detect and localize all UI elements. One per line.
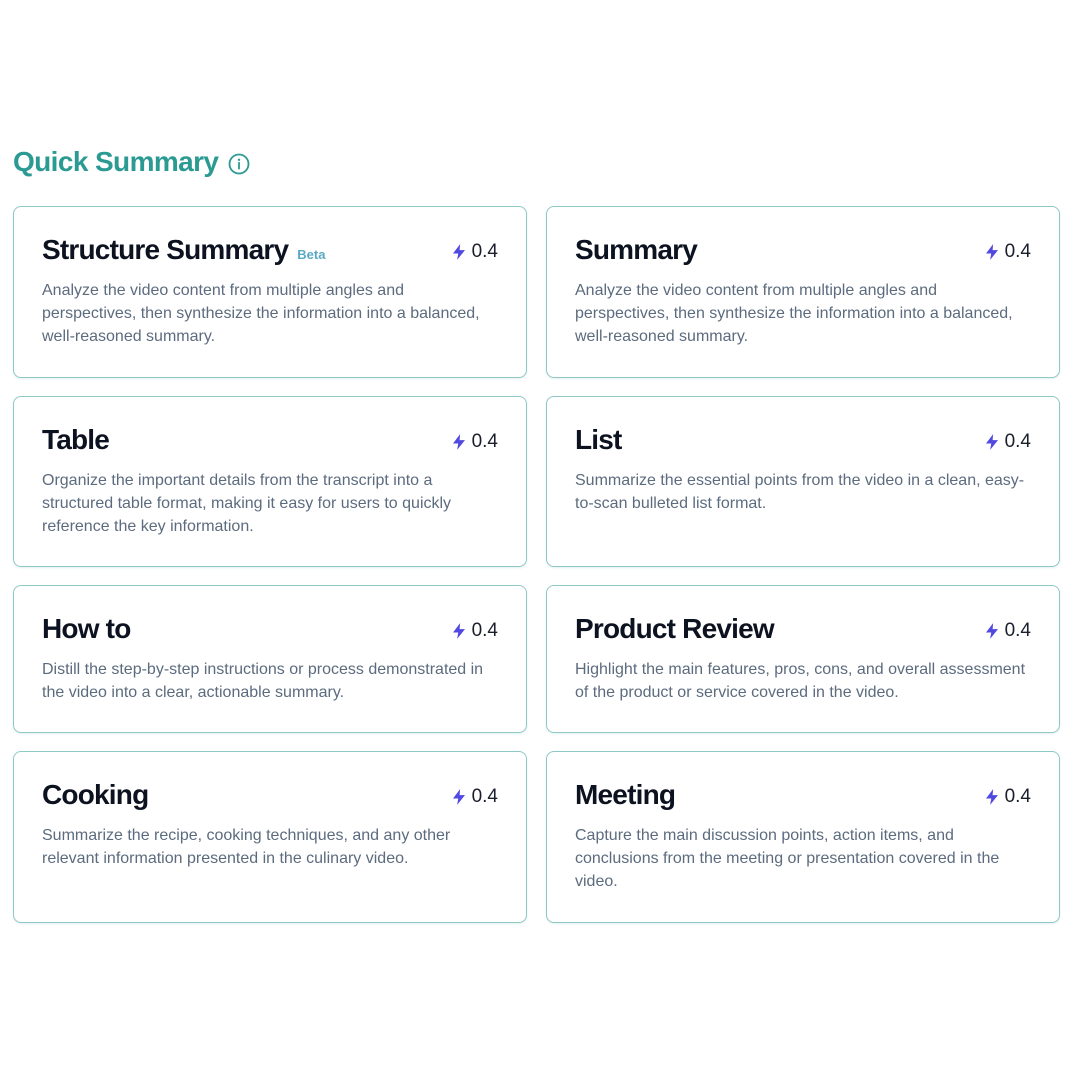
card-description: Analyze the video content from multiple … (575, 282, 1013, 345)
card-description: Analyze the video content from multiple … (42, 282, 480, 345)
lightning-bolt-icon (983, 622, 1001, 640)
cost-value: 0.4 (1004, 431, 1031, 452)
card-how-to[interactable]: How to 0.4 Distill the step-by-step inst… (13, 585, 527, 733)
section-title: Quick Summary (13, 146, 219, 177)
lightning-bolt-icon (983, 433, 1001, 451)
credit-cost: 0.4 (450, 241, 498, 263)
lightning-bolt-icon (450, 622, 468, 640)
credit-cost: 0.4 (983, 431, 1031, 453)
card-product-review[interactable]: Product Review 0.4 Highlight the main fe… (546, 585, 1060, 733)
card-description: Capture the main discussion points, acti… (575, 827, 1000, 890)
lightning-bolt-icon (450, 243, 468, 261)
card-summary[interactable]: Summary 0.4 Analyze the video content fr… (546, 206, 1060, 378)
cost-value: 0.4 (471, 431, 498, 452)
card-structure-summary[interactable]: Structure Summary Beta 0.4 Analyze the v… (13, 206, 527, 378)
card-description: Distill the step-by-step instructions or… (42, 661, 484, 701)
cost-value: 0.4 (1004, 620, 1031, 641)
credit-cost: 0.4 (983, 241, 1031, 263)
lightning-bolt-icon (983, 788, 1001, 806)
card-description: Highlight the main features, pros, cons,… (575, 661, 1026, 701)
section-header: Quick Summary (13, 146, 250, 178)
credit-cost: 0.4 (983, 620, 1031, 642)
card-title: Table (42, 424, 110, 455)
lightning-bolt-icon (983, 243, 1001, 261)
cost-value: 0.4 (471, 786, 498, 807)
card-cooking[interactable]: Cooking 0.4 Summarize the recipe, cookin… (13, 751, 527, 923)
card-description: Summarize the essential points from the … (575, 472, 1025, 512)
info-icon[interactable] (228, 153, 250, 175)
card-title: Cooking (42, 779, 149, 810)
card-title: Summary (575, 234, 698, 265)
cost-value: 0.4 (471, 241, 498, 262)
lightning-bolt-icon (450, 788, 468, 806)
quick-summary-page: Quick Summary Structure Summary Beta 0.4… (0, 0, 1080, 1080)
card-title: How to (42, 613, 131, 644)
credit-cost: 0.4 (450, 431, 498, 453)
card-list[interactable]: List 0.4 Summarize the essential points … (546, 396, 1060, 567)
card-title: Product Review (575, 613, 775, 644)
credit-cost: 0.4 (450, 786, 498, 808)
beta-badge: Beta (297, 247, 326, 262)
cost-value: 0.4 (1004, 786, 1031, 807)
card-table[interactable]: Table 0.4 Organize the important details… (13, 396, 527, 567)
credit-cost: 0.4 (983, 786, 1031, 808)
cost-value: 0.4 (471, 620, 498, 641)
cost-value: 0.4 (1004, 241, 1031, 262)
credit-cost: 0.4 (450, 620, 498, 642)
card-title: Structure Summary (42, 234, 289, 265)
lightning-bolt-icon (450, 433, 468, 451)
card-meeting[interactable]: Meeting 0.4 Capture the main discussion … (546, 751, 1060, 923)
card-title: List (575, 424, 622, 455)
card-title: Meeting (575, 779, 676, 810)
card-description: Organize the important details from the … (42, 472, 452, 535)
card-description: Summarize the recipe, cooking techniques… (42, 827, 451, 867)
